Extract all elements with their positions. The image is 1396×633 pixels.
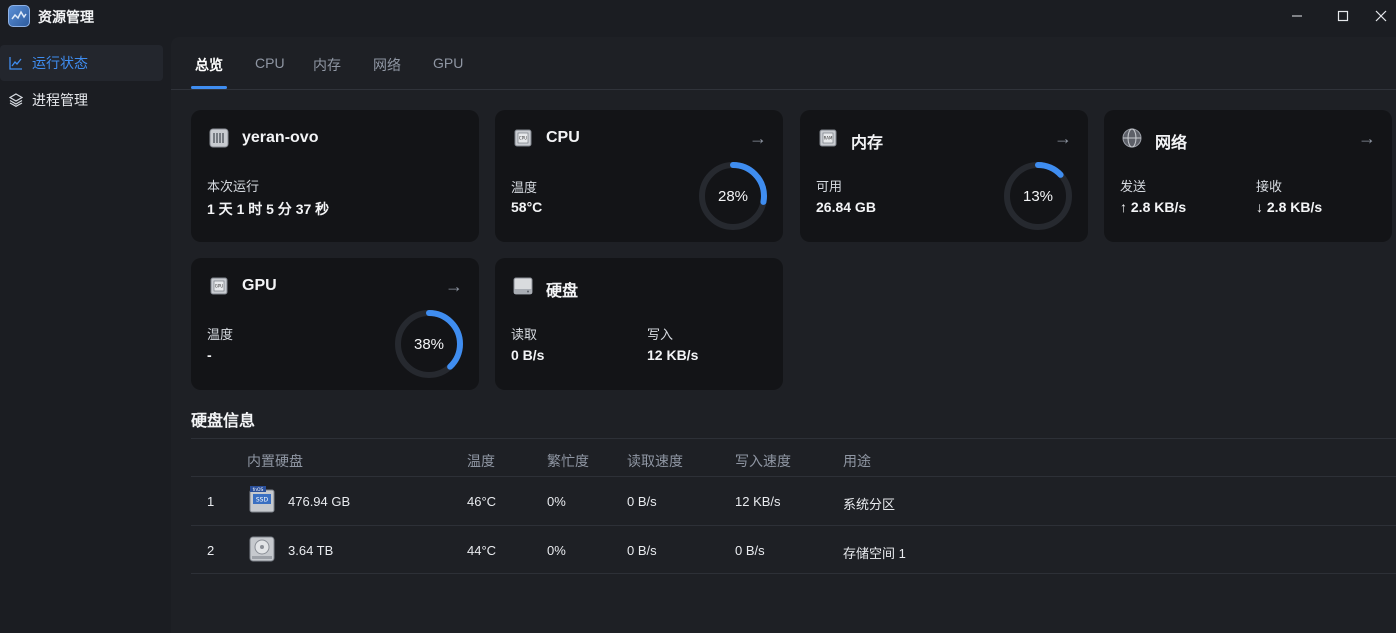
- maximize-icon: [1337, 10, 1349, 22]
- memory-usage-text: 13%: [1022, 187, 1054, 205]
- recv-value: ↓ 2.8 KB/s: [1256, 199, 1323, 215]
- disk-size: 476.94 GB: [288, 494, 351, 509]
- gpu-usage-text: 38%: [413, 335, 445, 353]
- uptime-value: 1 天 1 时 5 分 37 秒: [207, 201, 330, 217]
- svg-text:RAM: RAM: [824, 136, 833, 141]
- col-header-read: 读取速度: [627, 453, 683, 469]
- cpu-card[interactable]: CPU CPU → 温度 58°C 28%: [495, 110, 783, 242]
- app-title: 资源管理: [38, 9, 94, 25]
- arrow-right-icon[interactable]: →: [1054, 128, 1072, 149]
- cpu-usage-text: 28%: [717, 187, 749, 205]
- ssd-icon: SSD fnOS: [249, 486, 275, 514]
- svg-text:fnOS: fnOS: [253, 487, 264, 493]
- close-icon: [1375, 10, 1387, 22]
- gpu-temp-value: -: [207, 347, 212, 363]
- recv-label: 接收: [1256, 179, 1283, 194]
- svg-text:GPU: GPU: [215, 284, 224, 289]
- memory-card[interactable]: RAM 内存 → 可用 26.84 GB 13%: [800, 110, 1088, 242]
- disk-temp: 44°C: [467, 543, 497, 558]
- network-title: 网络: [1155, 135, 1188, 152]
- ram-chip-icon: RAM: [817, 127, 839, 149]
- disk-usage: 系统分区: [843, 497, 896, 512]
- arrow-right-icon[interactable]: →: [1358, 128, 1376, 149]
- disk-read-label: 读取: [511, 327, 538, 342]
- disk-info-title: 硬盘信息: [191, 413, 256, 430]
- memory-title: 内存: [851, 135, 884, 152]
- disk-read: 0 B/s: [627, 494, 657, 509]
- server-icon: [208, 127, 230, 149]
- uptime-label: 本次运行: [207, 179, 260, 194]
- svg-text:CPU: CPU: [519, 136, 527, 141]
- app-logo-icon: [8, 5, 30, 27]
- tab-memory[interactable]: 内存: [313, 55, 341, 75]
- gpu-chip-icon: GPU: [208, 275, 230, 297]
- col-header-temp: 温度: [467, 453, 495, 469]
- cpu-chip-icon: CPU: [512, 127, 534, 149]
- disk-busy: 0%: [547, 494, 566, 509]
- globe-icon: [1121, 127, 1143, 149]
- col-header-write: 写入速度: [735, 453, 791, 469]
- tab-gpu[interactable]: GPU: [433, 55, 463, 71]
- host-name: yeran-ovo: [242, 129, 319, 146]
- cpu-temp-label: 温度: [511, 180, 538, 195]
- disk-usage: 存储空间 1: [843, 546, 906, 561]
- active-tab-indicator: [191, 86, 227, 89]
- disk-read-value: 0 B/s: [511, 347, 545, 363]
- disk-card: 硬盘 读取 0 B/s 写入 12 KB/s: [495, 258, 783, 390]
- disk-title: 硬盘: [546, 283, 579, 300]
- sidebar-item-status[interactable]: 运行状态: [0, 45, 163, 81]
- arrow-right-icon[interactable]: →: [445, 276, 463, 297]
- row-index: 2: [207, 543, 215, 558]
- cpu-title: CPU: [546, 129, 580, 146]
- hard-drive-icon: [512, 275, 534, 297]
- host-card: yeran-ovo 本次运行 1 天 1 时 5 分 37 秒: [191, 110, 479, 242]
- minimize-icon: [1292, 15, 1302, 17]
- disk-write-label: 写入: [647, 327, 674, 342]
- gpu-title: GPU: [242, 277, 277, 294]
- sidebar-item-label: 进程管理: [32, 92, 88, 108]
- tab-cpu[interactable]: CPU: [255, 55, 285, 71]
- memory-usage-ring: 13%: [1002, 160, 1074, 232]
- send-label: 发送: [1120, 179, 1147, 194]
- tab-overview[interactable]: 总览: [195, 55, 223, 75]
- maximize-button[interactable]: [1320, 0, 1366, 32]
- cpu-temp-value: 58°C: [511, 199, 543, 215]
- sidebar-item-label: 运行状态: [32, 55, 88, 71]
- gpu-temp-label: 温度: [207, 327, 234, 342]
- gpu-usage-ring: 38%: [393, 308, 465, 380]
- title-bar: 资源管理: [0, 0, 1396, 32]
- hdd-icon: [249, 535, 275, 563]
- memory-avail-value: 26.84 GB: [816, 199, 876, 215]
- disk-write-value: 12 KB/s: [647, 347, 699, 363]
- col-header-busy: 繁忙度: [547, 453, 589, 469]
- tab-bar: 总览 CPU 内存 网络 GPU: [171, 37, 1396, 90]
- network-card[interactable]: 网络 → 发送 ↑ 2.8 KB/s 接收 ↓ 2.8 KB/s: [1104, 110, 1392, 242]
- cpu-usage-ring: 28%: [697, 160, 769, 232]
- tab-network[interactable]: 网络: [373, 55, 401, 75]
- table-header: 内置硬盘 温度 繁忙度 读取速度 写入速度 用途: [191, 438, 1396, 476]
- gpu-card[interactable]: GPU GPU → 温度 - 38%: [191, 258, 479, 390]
- arrow-right-icon[interactable]: →: [749, 128, 767, 149]
- sidebar-item-process[interactable]: 进程管理: [0, 82, 163, 118]
- minimize-button[interactable]: [1274, 0, 1320, 32]
- disk-temp: 46°C: [467, 494, 497, 509]
- close-button[interactable]: [1366, 0, 1396, 32]
- table-row[interactable]: 2 3.64 TB 44°C 0% 0 B/s 0 B/s 存储空间 1: [191, 525, 1396, 574]
- table-row[interactable]: 1 SSD fnOS 476.94 GB 46°C 0% 0 B/s 12 KB/…: [191, 476, 1396, 525]
- disk-write: 12 KB/s: [735, 494, 781, 509]
- layers-icon: [9, 93, 23, 107]
- disk-write: 0 B/s: [735, 543, 765, 558]
- row-index: 1: [207, 494, 215, 509]
- sidebar: 运行状态 进程管理: [0, 37, 170, 633]
- col-header-usage: 用途: [843, 453, 871, 469]
- memory-avail-label: 可用: [816, 179, 843, 194]
- disk-read: 0 B/s: [627, 543, 657, 558]
- disk-size: 3.64 TB: [288, 543, 334, 558]
- svg-text:SSD: SSD: [256, 497, 269, 504]
- chart-line-icon: [9, 56, 23, 70]
- send-value: ↑ 2.8 KB/s: [1120, 199, 1187, 215]
- col-header-disk: 内置硬盘: [247, 453, 303, 469]
- main-panel: 总览 CPU 内存 网络 GPU yeran-ovo 本次运行 1 天 1 时 …: [171, 37, 1396, 633]
- disk-busy: 0%: [547, 543, 566, 558]
